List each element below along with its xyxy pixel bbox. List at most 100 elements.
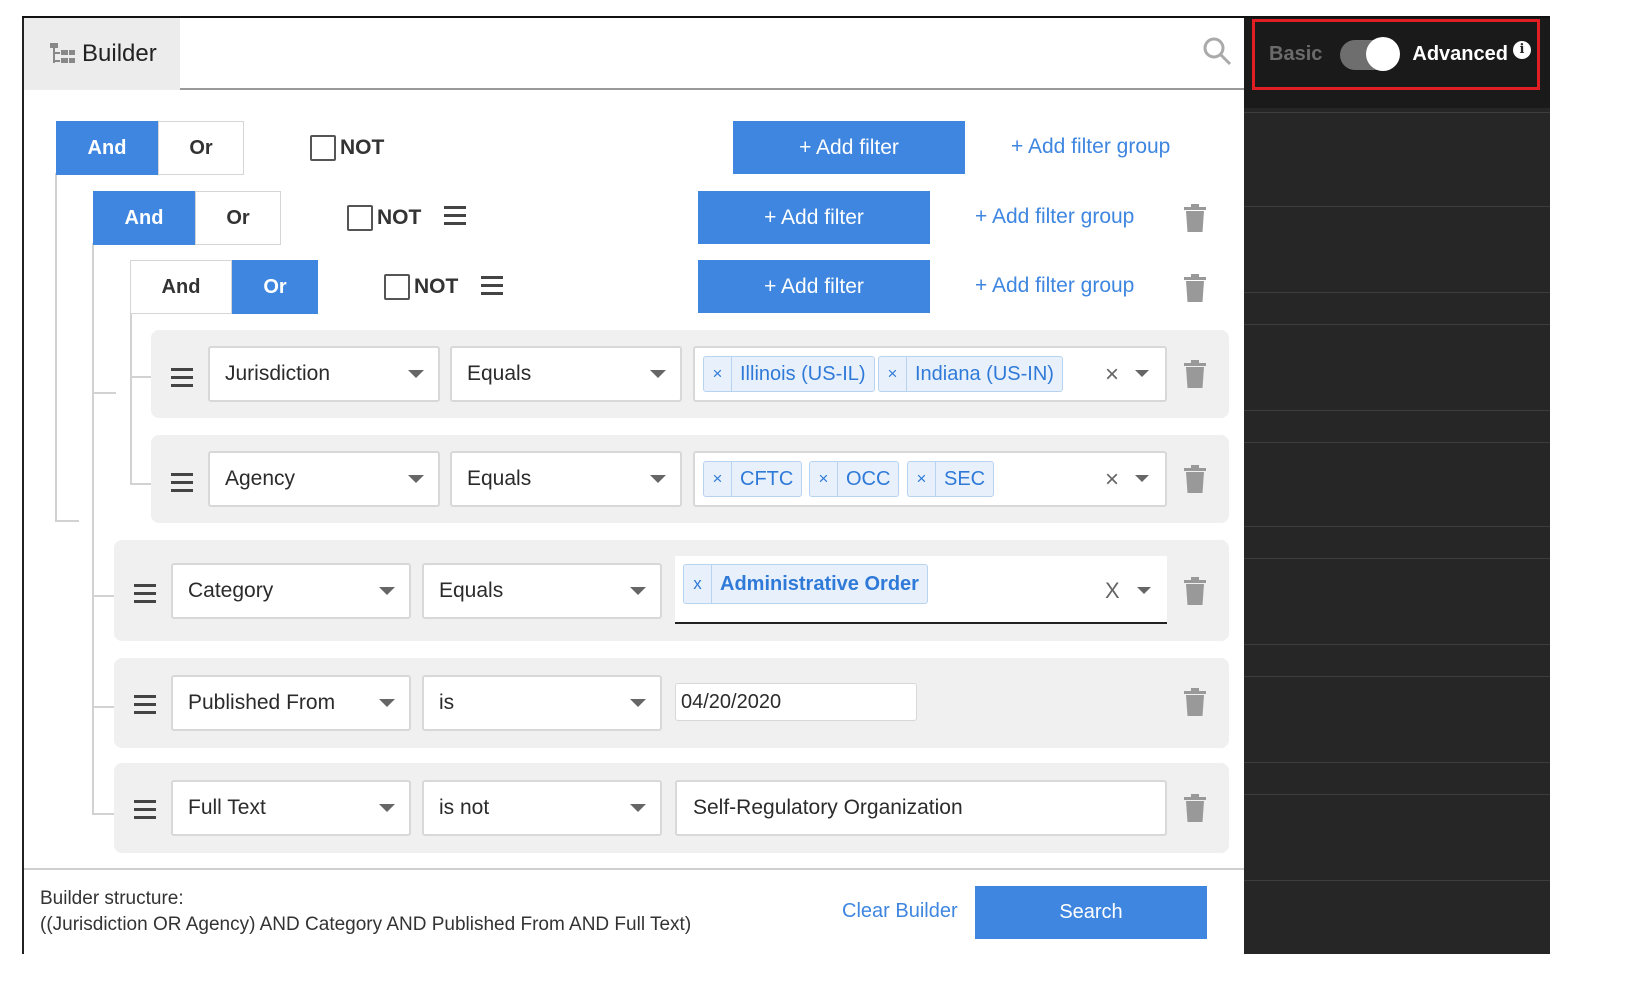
- caret-down-icon[interactable]: [1135, 475, 1149, 482]
- caret-down-icon[interactable]: [1135, 370, 1149, 377]
- filter-0-value-multiselect[interactable]: × Illinois (US-IL) × Indiana (US-IN) ×: [693, 346, 1167, 402]
- filter-4-text-input[interactable]: Self-Regulatory Organization: [675, 780, 1167, 836]
- chip-remove-icon[interactable]: ×: [810, 462, 838, 496]
- group-0-add-filter-button[interactable]: + Add filter: [733, 121, 965, 174]
- group-1-add-filter-button[interactable]: + Add filter: [698, 191, 930, 244]
- filter-4-trash-icon[interactable]: [1184, 794, 1206, 822]
- group-1-logic-toggle: And Or: [93, 191, 281, 245]
- operator-value: Equals: [439, 579, 504, 602]
- group-2-or-button[interactable]: Or: [232, 260, 318, 314]
- not-checkbox-box[interactable]: [347, 205, 373, 231]
- field-value: Published From: [188, 691, 336, 714]
- group-2-add-filter-button[interactable]: + Add filter: [698, 260, 930, 313]
- chip-label: Illinois (US-IL): [740, 362, 866, 385]
- mode-switch[interactable]: [1340, 36, 1401, 71]
- drag-handle-icon[interactable]: [134, 800, 156, 824]
- group-0-add-filter-group-link[interactable]: + Add filter group: [1011, 135, 1170, 159]
- caret-down-icon[interactable]: [1137, 587, 1151, 594]
- group-1-menu-icon[interactable]: [444, 206, 466, 230]
- clear-values-icon[interactable]: X: [1105, 578, 1120, 604]
- advanced-mode-label[interactable]: Advanced: [1412, 43, 1508, 66]
- drag-handle-icon[interactable]: [171, 368, 193, 392]
- value-chip: × CFTC: [703, 461, 803, 497]
- group-2-and-button[interactable]: And: [130, 260, 232, 314]
- chip-label: Indiana (US-IN): [915, 362, 1054, 385]
- basic-mode-label[interactable]: Basic: [1269, 43, 1322, 66]
- filter-0-field-select[interactable]: Jurisdiction: [208, 346, 440, 402]
- divider: [1244, 112, 1550, 113]
- group-0-and-button[interactable]: And: [56, 121, 158, 175]
- tree-line: [92, 706, 116, 708]
- chip-label: OCC: [846, 467, 891, 490]
- search-icon[interactable]: [1202, 36, 1232, 66]
- chip-remove-icon[interactable]: ×: [704, 462, 732, 496]
- value-chip: × SEC: [907, 461, 995, 497]
- chip-remove-icon[interactable]: ×: [704, 357, 732, 391]
- group-1-and-button[interactable]: And: [93, 191, 195, 245]
- caret-down-icon: [379, 699, 395, 707]
- group-2-trash-icon[interactable]: [1184, 274, 1206, 302]
- caret-down-icon: [630, 587, 646, 595]
- operator-value: Equals: [467, 362, 532, 385]
- builder-tab-label: Builder: [82, 40, 157, 67]
- filter-1-field-select[interactable]: Agency: [208, 451, 440, 507]
- value-chip: × Illinois (US-IL): [703, 356, 875, 392]
- chip-remove-icon[interactable]: x: [684, 565, 712, 603]
- filter-3-operator-select[interactable]: is: [422, 675, 662, 731]
- filter-3-date-input[interactable]: 04/20/2020: [675, 683, 917, 721]
- results-panel: Basic Advanced i: [1244, 18, 1550, 954]
- filter-0-trash-icon[interactable]: [1184, 360, 1206, 388]
- group-2-logic-toggle: And Or: [130, 260, 318, 314]
- divider: [1244, 644, 1550, 645]
- group-2-not-checkbox[interactable]: NOT: [384, 274, 458, 300]
- group-2-add-filter-group-link[interactable]: + Add filter group: [975, 274, 1134, 298]
- tree-line: [92, 813, 116, 815]
- chip-remove-icon[interactable]: ×: [879, 357, 907, 391]
- drag-handle-icon[interactable]: [134, 584, 156, 608]
- filter-2-operator-select[interactable]: Equals: [422, 563, 662, 619]
- filter-1-operator-select[interactable]: Equals: [450, 451, 682, 507]
- filter-3-field-select[interactable]: Published From: [171, 675, 411, 731]
- caret-down-icon: [630, 804, 646, 812]
- chip-label: Administrative Order: [720, 572, 919, 595]
- drag-handle-icon[interactable]: [171, 473, 193, 497]
- divider: [1244, 880, 1550, 881]
- divider: [1244, 526, 1550, 527]
- search-button[interactable]: Search: [975, 886, 1207, 939]
- divider: [1244, 410, 1550, 411]
- group-1-trash-icon[interactable]: [1184, 204, 1206, 232]
- field-value: Category: [188, 579, 274, 602]
- divider: [1244, 206, 1550, 207]
- info-icon[interactable]: i: [1512, 40, 1531, 59]
- clear-values-icon[interactable]: ×: [1105, 466, 1119, 494]
- not-checkbox-box[interactable]: [310, 135, 336, 161]
- caret-down-icon: [408, 370, 424, 378]
- filter-2-field-select[interactable]: Category: [171, 563, 411, 619]
- filter-1-trash-icon[interactable]: [1184, 465, 1206, 493]
- clear-values-icon[interactable]: ×: [1105, 361, 1119, 389]
- caret-down-icon: [650, 370, 666, 378]
- filter-3-trash-icon[interactable]: [1184, 688, 1206, 716]
- builder-tab[interactable]: Builder: [24, 18, 180, 90]
- filter-2-trash-icon[interactable]: [1184, 577, 1206, 605]
- filter-4-field-select[interactable]: Full Text: [171, 780, 411, 836]
- clear-builder-link[interactable]: Clear Builder: [842, 900, 958, 923]
- group-2-menu-icon[interactable]: [481, 276, 503, 300]
- tree-line: [92, 595, 116, 597]
- field-value: Agency: [225, 467, 296, 490]
- builder-tabbar: Builder: [24, 18, 1246, 90]
- filter-4-operator-select[interactable]: is not: [422, 780, 662, 836]
- filter-0-operator-select[interactable]: Equals: [450, 346, 682, 402]
- group-1-not-checkbox[interactable]: NOT: [347, 205, 421, 231]
- not-checkbox-box[interactable]: [384, 274, 410, 300]
- drag-handle-icon[interactable]: [134, 695, 156, 719]
- builder-tree-icon: [50, 43, 75, 63]
- filter-2-value-multiselect[interactable]: x Administrative Order X: [675, 556, 1167, 624]
- chip-remove-icon[interactable]: ×: [908, 462, 936, 496]
- caret-down-icon: [630, 699, 646, 707]
- group-1-add-filter-group-link[interactable]: + Add filter group: [975, 205, 1134, 229]
- group-0-not-checkbox[interactable]: NOT: [310, 135, 384, 161]
- group-0-or-button[interactable]: Or: [158, 121, 244, 175]
- filter-1-value-multiselect[interactable]: × CFTC × OCC × SEC ×: [693, 451, 1167, 507]
- group-1-or-button[interactable]: Or: [195, 191, 281, 245]
